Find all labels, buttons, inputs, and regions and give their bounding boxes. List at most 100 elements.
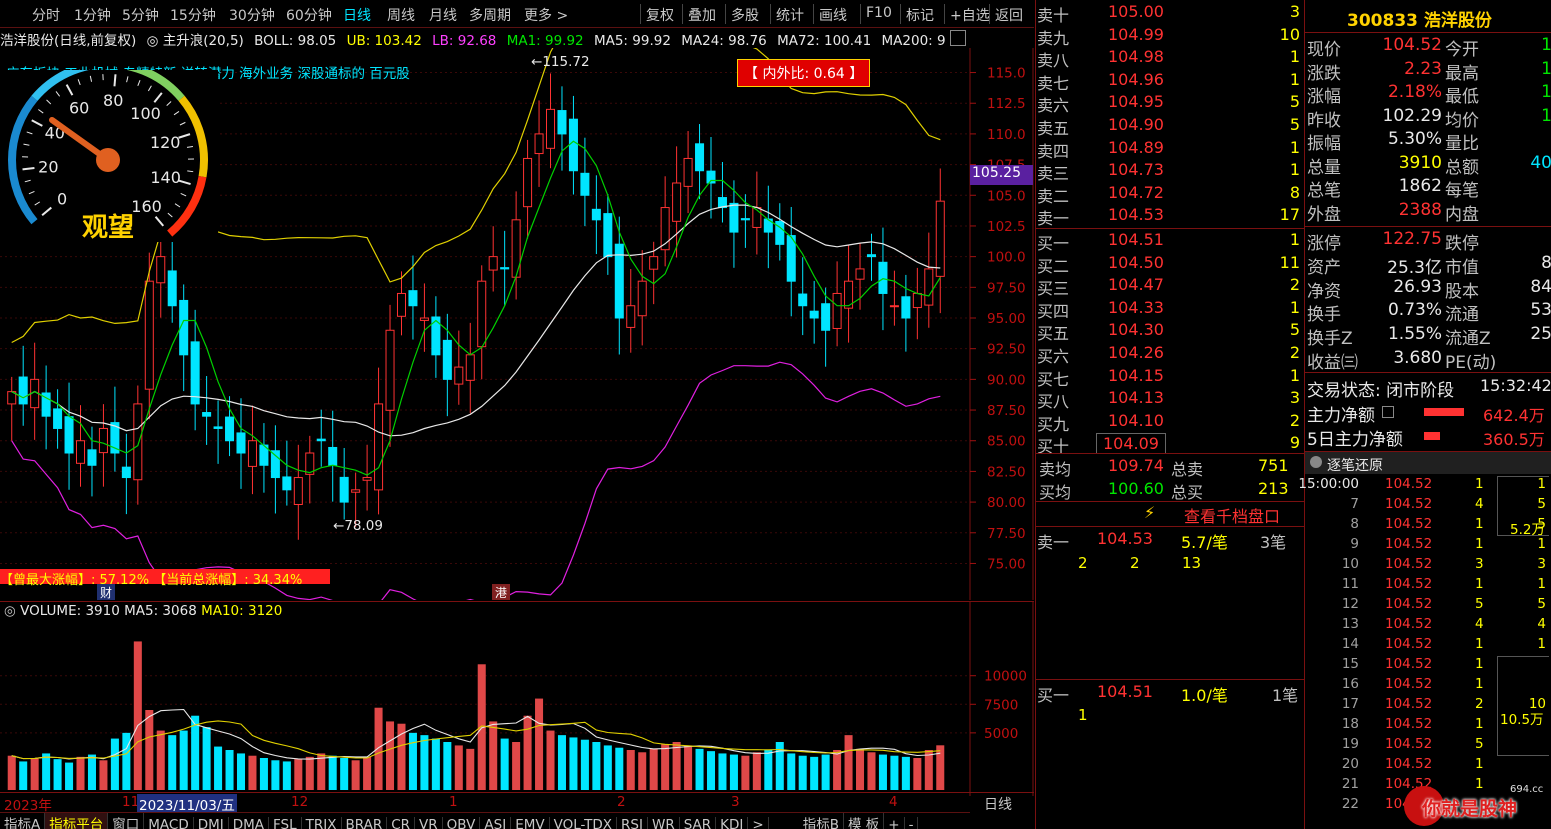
orderbook-row[interactable]: 买八 104.13 3	[1036, 388, 1304, 411]
orderbook-row[interactable]: 卖一 104.53 17	[1036, 205, 1304, 228]
orderbook-level-label: 买五	[1037, 324, 1070, 344]
orderbook-row[interactable]: 卖六 104.95 5	[1036, 92, 1304, 115]
low-annotation: ←78.09	[333, 518, 383, 534]
orderbook-row[interactable]: 卖九 104.99 10	[1036, 25, 1304, 48]
orderbook-row[interactable]: 卖二 104.72 8	[1036, 183, 1304, 206]
indicator-tab[interactable]: DMI	[194, 817, 229, 829]
volume-bar	[489, 721, 498, 790]
period-tab[interactable]: 日线	[343, 5, 371, 25]
orderbook-row[interactable]: 卖十 105.00 3	[1036, 2, 1304, 25]
depth-link[interactable]: 查看千档盘口	[1184, 503, 1280, 527]
main5-net-label: 5日主力净额	[1307, 430, 1403, 450]
indicator-tab[interactable]: +	[884, 817, 905, 829]
candle	[18, 376, 28, 405]
orderbook-row[interactable]: 买四 104.33 1	[1036, 298, 1304, 321]
stock-code-name[interactable]: 300833 浩洋股份	[1347, 6, 1492, 31]
orderbook-row[interactable]: 卖四 104.89 1	[1036, 138, 1304, 161]
finance-marker[interactable]: 财	[97, 584, 115, 600]
indicator-tab[interactable]: EMV	[511, 817, 550, 829]
orderbook-row[interactable]: 买九 104.10 2	[1036, 411, 1304, 434]
indicator-tab[interactable]: 窗口	[108, 813, 145, 829]
indicator-tab[interactable]: BRAR	[342, 817, 388, 829]
tick-volume: 5	[1475, 736, 1484, 752]
orderbook-row[interactable]: 买一 104.51 1	[1036, 230, 1304, 253]
indicator-tab[interactable]: MACD	[144, 817, 194, 829]
indicator-tab[interactable]: RSI	[617, 817, 648, 829]
toolbar-divider	[813, 4, 814, 24]
orderbook-row[interactable]: 买三 104.47 2	[1036, 275, 1304, 298]
orderbook-price: 104.13	[1108, 388, 1164, 408]
orderbook-row[interactable]: 买七 104.15 1	[1036, 366, 1304, 389]
volume-chart[interactable]: 10000 7500 5000	[0, 601, 1034, 796]
period-tab[interactable]: 15分钟	[170, 5, 216, 25]
lb-value: LB: 92.68	[432, 33, 497, 49]
indicator-tab[interactable]: 指标A	[0, 813, 46, 829]
orderbook-row[interactable]: 买五 104.30 5	[1036, 320, 1304, 343]
indicator-tab[interactable]: KDJ	[716, 817, 749, 829]
indicator-tab[interactable]: ASI	[480, 817, 512, 829]
volume-bar	[729, 754, 738, 790]
orderbook-row[interactable]: 卖三 104.73 1	[1036, 160, 1304, 183]
indicator-tab[interactable]: 指标B	[799, 813, 844, 829]
toolbar-button[interactable]: 统计	[776, 5, 804, 25]
list-icon[interactable]	[1382, 406, 1394, 418]
toolbar-button[interactable]: +自选	[950, 5, 990, 25]
orderbook-row[interactable]: 买六 104.26 2	[1036, 343, 1304, 366]
indicator-tab[interactable]: -	[905, 817, 919, 829]
volume-bar	[764, 750, 773, 790]
toolbar-button[interactable]: 多股	[731, 5, 759, 25]
quote-stat-row: 外盘 2388 内盘	[1305, 200, 1551, 225]
indicator-tab[interactable]: TRIX	[302, 817, 342, 829]
collapse-icon[interactable]	[950, 30, 966, 46]
hk-marker[interactable]: 港	[492, 584, 510, 600]
toolbar-button[interactable]: 复权	[646, 5, 674, 25]
tick-time: 11	[1341, 576, 1359, 592]
indicator-tab[interactable]: 指标平台	[45, 813, 109, 829]
chevron-down-icon[interactable]	[1310, 456, 1322, 468]
volume-bar	[374, 707, 383, 790]
indicator-tab[interactable]: >	[748, 817, 769, 829]
indicator-tab[interactable]: FSL	[269, 817, 302, 829]
orderbook-volume: 11	[1279, 252, 1300, 272]
orderbook-row[interactable]: 买二 104.50 11	[1036, 253, 1304, 276]
orderbook-volume: 5	[1289, 115, 1300, 134]
orderbook-level-label: 卖八	[1037, 51, 1070, 71]
price-axis-label: 92.50	[987, 342, 1026, 358]
indicator-tab[interactable]: VR	[415, 817, 443, 829]
period-tab[interactable]: 多周期	[469, 5, 511, 25]
indicator-name[interactable]: ◎ 主升浪(20,5)	[147, 33, 244, 49]
period-tab[interactable]: 5分钟	[122, 5, 159, 25]
period-tab[interactable]: 更多 >	[524, 5, 568, 25]
stock-title[interactable]: 浩洋股份(日线,前复权)	[0, 33, 136, 49]
indicator-tab[interactable]: OBV	[443, 817, 481, 829]
indicator-tab[interactable]: VOL-TDX	[550, 817, 618, 829]
indicator-tab[interactable]: WR	[648, 817, 680, 829]
period-tab[interactable]: 1分钟	[74, 5, 111, 25]
period-tab[interactable]: 分时	[32, 5, 60, 25]
indicator-tab[interactable]: DMA	[229, 817, 270, 829]
period-tab[interactable]: 30分钟	[229, 5, 275, 25]
period-tab[interactable]: 周线	[387, 5, 415, 25]
volume-bar	[661, 744, 670, 790]
indicator-tab[interactable]: CR	[387, 817, 416, 829]
orderbook-volume: 10	[1279, 24, 1300, 44]
orderbook-volume: 1	[1289, 230, 1300, 249]
toolbar-button[interactable]: 画线	[819, 5, 847, 25]
toolbar-button[interactable]: F10	[866, 5, 892, 21]
candle	[396, 292, 407, 317]
orderbook-row[interactable]: 卖八 104.98 1	[1036, 47, 1304, 70]
period-tab[interactable]: 60分钟	[286, 5, 332, 25]
volume-bar	[603, 745, 612, 790]
toolbar-divider	[682, 4, 683, 24]
toolbar-button[interactable]: 返回	[995, 5, 1023, 25]
toolbar-button[interactable]: 叠加	[688, 5, 716, 25]
gauge-tick-label: 120	[150, 133, 181, 152]
dropdown-icon[interactable]: ◎	[147, 33, 159, 49]
toolbar-button[interactable]: 标记	[906, 5, 934, 25]
orderbook-row[interactable]: 卖五 104.90 5	[1036, 115, 1304, 138]
candle	[786, 235, 796, 282]
indicator-tab[interactable]: 模 板	[844, 813, 885, 829]
period-tab[interactable]: 月线	[429, 5, 457, 25]
orderbook-row[interactable]: 卖七 104.96 1	[1036, 70, 1304, 93]
indicator-tab[interactable]: SAR	[680, 817, 717, 829]
